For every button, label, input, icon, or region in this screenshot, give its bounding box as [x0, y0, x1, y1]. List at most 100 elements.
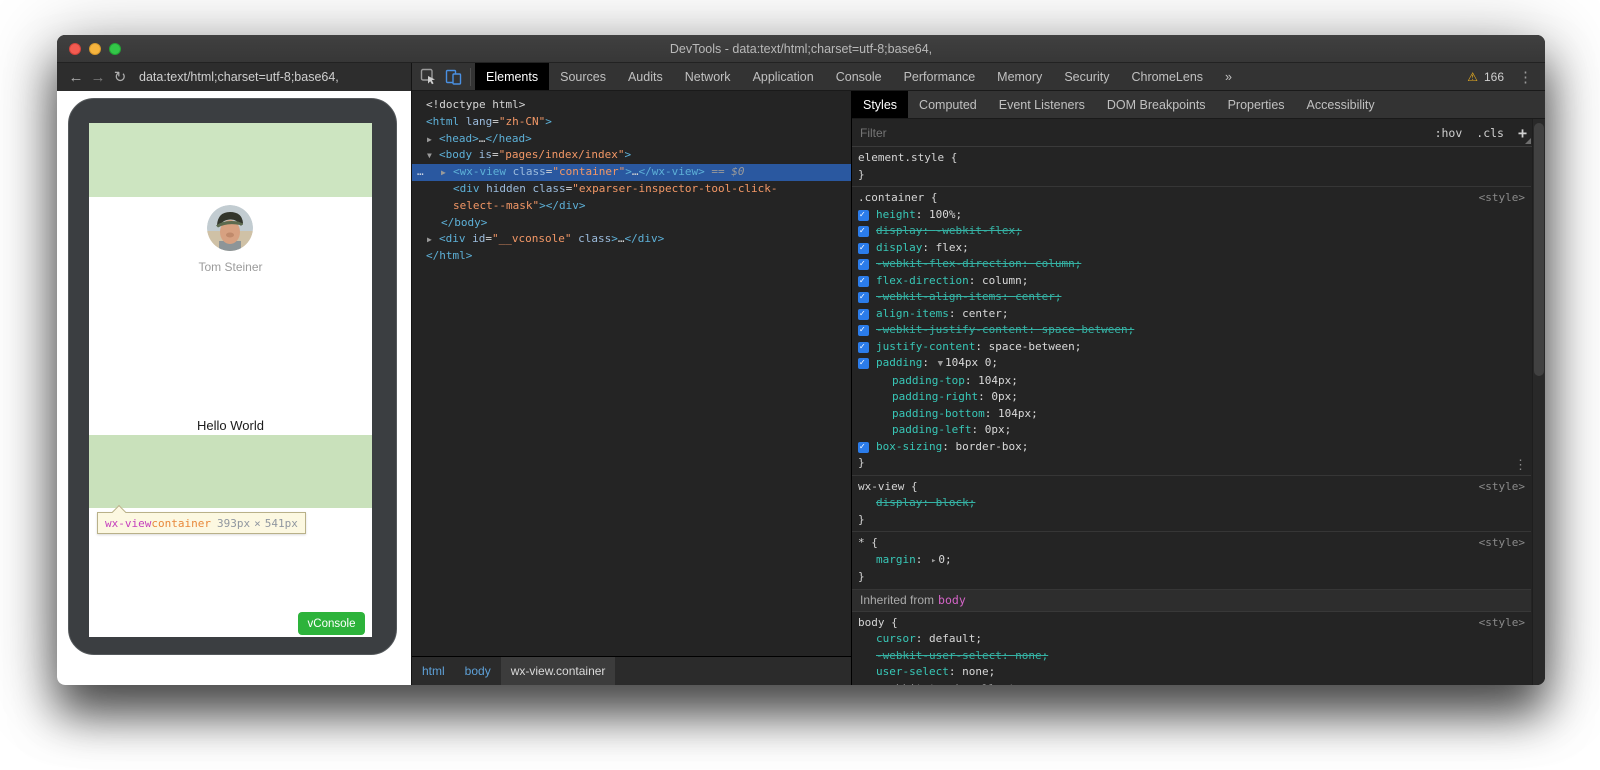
stylesheet-link[interactable]: <style>	[1479, 535, 1525, 552]
expand-closed-icon[interactable]: ▶	[427, 232, 432, 249]
warning-icon[interactable]: ⚠	[1467, 70, 1478, 84]
more-tabs-button[interactable]: »	[1214, 63, 1243, 90]
tab-security[interactable]: Security	[1053, 63, 1120, 90]
sidebar-tab-styles[interactable]: Styles	[852, 91, 908, 118]
warning-count[interactable]: 166	[1484, 70, 1504, 84]
property-checkbox[interactable]	[858, 325, 869, 336]
property-checkbox[interactable]	[858, 342, 869, 353]
css-property-padding-left[interactable]: padding-left: 0px;	[852, 422, 1531, 439]
device-toolbar-icon[interactable]	[445, 68, 462, 85]
tab-application[interactable]: Application	[742, 63, 825, 90]
sidebar-tab-dom-breakpoints[interactable]: DOM Breakpoints	[1096, 91, 1217, 118]
property-checkbox[interactable]	[858, 210, 869, 221]
tab-console[interactable]: Console	[825, 63, 893, 90]
zoom-button[interactable]	[109, 43, 121, 55]
css-property-justify-content[interactable]: justify-content: space-between;	[852, 339, 1531, 356]
close-button[interactable]	[69, 43, 81, 55]
tab-network[interactable]: Network	[674, 63, 742, 90]
css-property-box-sizing[interactable]: box-sizing: border-box;	[852, 439, 1531, 456]
tab-elements[interactable]: Elements	[475, 63, 549, 90]
css-property-display[interactable]: display: -webkit-flex;	[852, 223, 1531, 240]
css-property-display[interactable]: display: flex;	[852, 240, 1531, 257]
url-field[interactable]: data:text/html;charset=utf-8;base64,	[139, 70, 339, 84]
tab-memory[interactable]: Memory	[986, 63, 1053, 90]
vconsole-button[interactable]: vConsole	[298, 612, 365, 635]
back-icon[interactable]: ←	[65, 69, 87, 86]
toggle-pseudo-button[interactable]: :hov	[1435, 126, 1463, 140]
inspect-element-icon[interactable]	[420, 68, 437, 85]
rule-selector[interactable]: body {<style>	[852, 615, 1531, 632]
dom-node[interactable]: <div hidden class="exparser-inspector-to…	[412, 181, 851, 198]
dom-node-selected[interactable]: …▶<wx-view class="container">…</wx-view>…	[412, 164, 851, 181]
dom-node[interactable]: ▼<body is="pages/index/index">	[412, 147, 851, 164]
dom-node[interactable]: </body>	[412, 215, 851, 232]
tab-audits[interactable]: Audits	[617, 63, 674, 90]
crumb-html[interactable]: html	[412, 657, 455, 685]
css-property-padding-bottom[interactable]: padding-bottom: 104px;	[852, 406, 1531, 423]
sidebar-tab-properties[interactable]: Properties	[1217, 91, 1296, 118]
crumb-wx-view-container[interactable]: wx-view.container	[501, 657, 616, 685]
stylesheet-link[interactable]: <style>	[1479, 190, 1525, 207]
tab-performance[interactable]: Performance	[893, 63, 987, 90]
property-semicolon: ;	[945, 553, 952, 566]
scrollbar-thumb[interactable]	[1534, 123, 1544, 376]
property-colon: :	[978, 390, 991, 403]
expand-closed-icon[interactable]: ▶	[427, 132, 432, 149]
stylesheet-link[interactable]: <style>	[1479, 615, 1525, 632]
css-property-webkit-user-select[interactable]: -webkit-user-select: none;	[852, 648, 1531, 665]
dom-node[interactable]: </html>	[412, 248, 851, 265]
property-checkbox[interactable]	[858, 276, 869, 287]
styles-scrollbar[interactable]	[1532, 119, 1545, 685]
css-property-padding-top[interactable]: padding-top: 104px;	[852, 373, 1531, 390]
tab-sources[interactable]: Sources	[549, 63, 617, 90]
window-titlebar: DevTools - data:text/html;charset=utf-8;…	[57, 35, 1545, 63]
dom-node[interactable]: <!doctype html>	[412, 97, 851, 114]
css-property-webkit-align-items[interactable]: -webkit-align-items: center;	[852, 289, 1531, 306]
css-property-webkit-flex-direction[interactable]: -webkit-flex-direction: column;	[852, 256, 1531, 273]
sidebar-tab-accessibility[interactable]: Accessibility	[1296, 91, 1386, 118]
css-property-webkit-touch-callout[interactable]: ⚠-webkit-touch-callout: none;	[852, 681, 1531, 686]
sidebar-tab-event-listeners[interactable]: Event Listeners	[988, 91, 1096, 118]
rule-selector[interactable]: wx-view {<style>	[852, 479, 1531, 496]
rule-selector[interactable]: * {<style>	[852, 535, 1531, 552]
css-property-padding-right[interactable]: padding-right: 0px;	[852, 389, 1531, 406]
styles-filter-input[interactable]	[852, 126, 1428, 140]
css-property-align-items[interactable]: align-items: center;	[852, 306, 1531, 323]
expand-open-icon[interactable]: ▼	[427, 148, 432, 165]
tab-chromelens[interactable]: ChromeLens	[1120, 63, 1214, 90]
crumb-body[interactable]: body	[455, 657, 501, 685]
dom-node[interactable]: <html lang="zh-CN">	[412, 114, 851, 131]
rule-selector[interactable]: .container {<style>	[852, 190, 1531, 207]
shorthand-collapsed-icon[interactable]: ▸	[931, 556, 936, 566]
shorthand-expanded-icon[interactable]: ▼	[938, 359, 943, 369]
rule-selector[interactable]: element.style {	[852, 150, 1531, 167]
css-property-user-select[interactable]: user-select: none;	[852, 664, 1531, 681]
property-checkbox[interactable]	[858, 259, 869, 270]
css-property-display[interactable]: display: block;	[852, 495, 1531, 512]
css-property-height[interactable]: height: 100%;	[852, 207, 1531, 224]
dom-node[interactable]: select--mask"></div>	[412, 198, 851, 215]
css-property-margin[interactable]: margin: ▸0;	[852, 552, 1531, 570]
css-property-webkit-justify-content[interactable]: -webkit-justify-content: space-between;	[852, 322, 1531, 339]
devtools-menu-icon[interactable]: ⋮	[1518, 68, 1533, 86]
property-checkbox[interactable]	[858, 358, 869, 369]
minimize-button[interactable]	[89, 43, 101, 55]
dom-node[interactable]: ▶<div id="__vconsole" class>…</div>	[412, 231, 851, 248]
css-property-cursor[interactable]: cursor: default;	[852, 631, 1531, 648]
stylesheet-link[interactable]: <style>	[1479, 479, 1525, 496]
property-checkbox[interactable]	[858, 309, 869, 320]
dom-node[interactable]: ▶<head>…</head>	[412, 131, 851, 148]
css-property-padding[interactable]: padding: ▼104px 0;	[852, 355, 1531, 373]
reload-icon[interactable]: ↻	[109, 68, 131, 86]
inherited-target-link[interactable]: body	[938, 592, 966, 609]
css-property-flex-direction[interactable]: flex-direction: column;	[852, 273, 1531, 290]
forward-icon[interactable]: →	[87, 69, 109, 86]
property-checkbox[interactable]	[858, 442, 869, 453]
toggle-class-button[interactable]: .cls	[1476, 126, 1504, 140]
property-checkbox[interactable]	[858, 243, 869, 254]
expand-closed-icon[interactable]: ▶	[441, 165, 446, 182]
property-checkbox[interactable]	[858, 292, 869, 303]
property-checkbox[interactable]	[858, 226, 869, 237]
rule-menu-icon[interactable]: ⋮	[1514, 460, 1527, 471]
sidebar-tab-computed[interactable]: Computed	[908, 91, 988, 118]
